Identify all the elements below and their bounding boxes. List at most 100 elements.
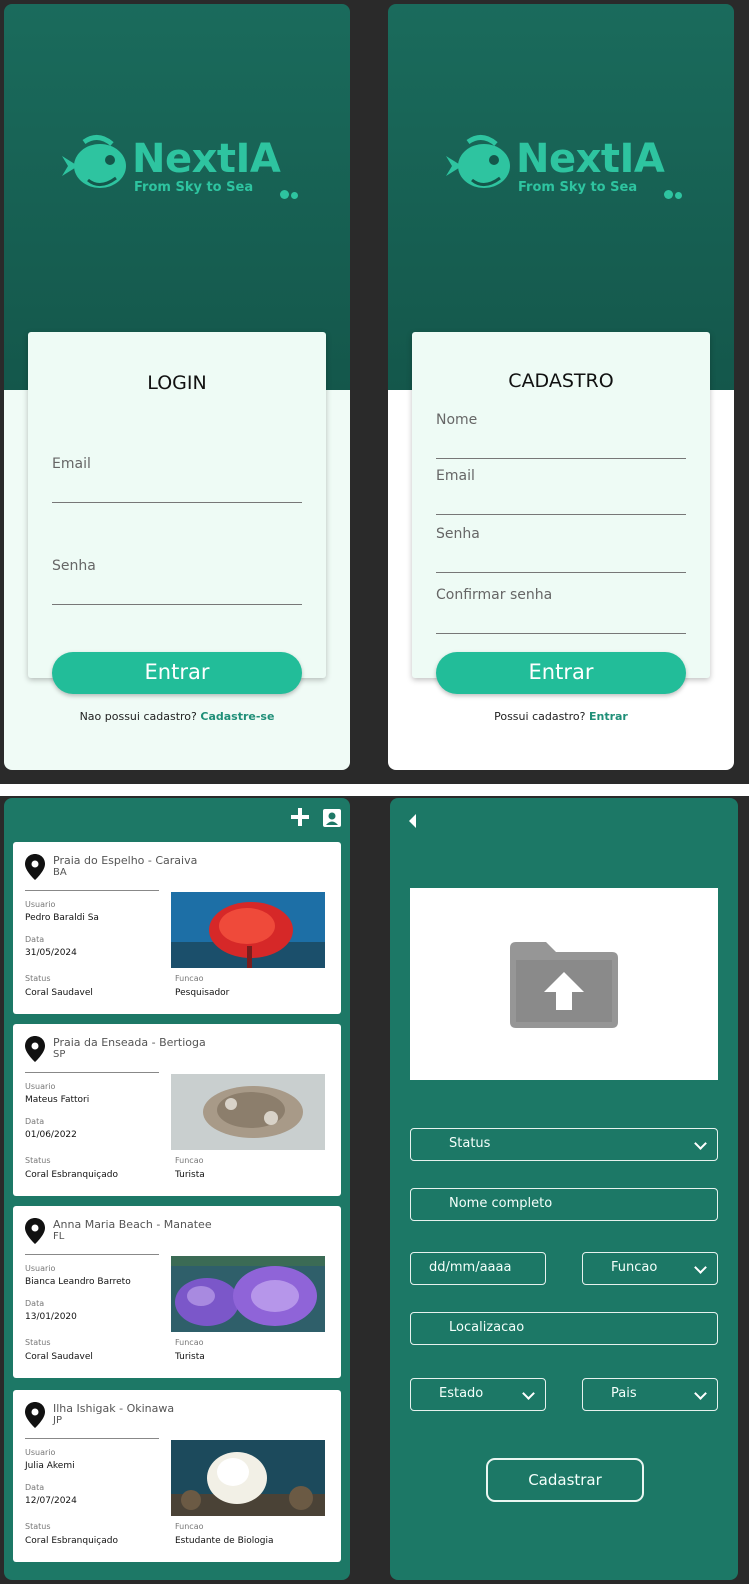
password-field[interactable]: Senha: [436, 526, 686, 573]
login-button[interactable]: Entrar: [52, 652, 302, 694]
coral-photo: [171, 1074, 325, 1150]
country-select[interactable]: Pais: [582, 1378, 718, 1411]
password-label: Senha: [52, 558, 96, 574]
coral-photo: [171, 1256, 325, 1332]
status-select-value: Status: [449, 1136, 491, 1151]
role-value: Turista: [175, 1352, 205, 1362]
status-value: Coral Esbranquiçado: [25, 1170, 118, 1180]
record-state: FL: [53, 1231, 65, 1242]
record-state: JP: [53, 1415, 62, 1426]
date-input[interactable]: dd/mm/aaaa: [410, 1252, 546, 1285]
country-select-value: Pais: [611, 1386, 637, 1401]
status-value: Coral Saudavel: [25, 1352, 93, 1362]
name-field[interactable]: Nome: [436, 412, 686, 459]
location-pin-icon: [25, 1218, 45, 1244]
list-toolbar: [289, 806, 342, 832]
date-placeholder: dd/mm/aaaa: [429, 1260, 512, 1275]
email-label: Email: [52, 456, 91, 472]
coral-photo: [171, 1440, 325, 1516]
password-label: Senha: [436, 526, 480, 542]
status-select[interactable]: Status: [410, 1128, 718, 1161]
submit-button[interactable]: Cadastrar: [486, 1458, 644, 1502]
location-pin-icon: [25, 1036, 45, 1062]
date-label: Data: [25, 1117, 45, 1126]
record-location: Ilha Ishigak - Okinawa: [53, 1402, 175, 1415]
brand-logo: NextIA From Sky to Sea: [438, 134, 688, 204]
records-screen: Praia do Espelho - Caraiva BA Usuario Pe…: [4, 798, 350, 1580]
plus-icon[interactable]: [289, 806, 311, 828]
state-select[interactable]: Estado: [410, 1378, 546, 1411]
email-label: Email: [436, 468, 475, 484]
tagline-dots: [664, 184, 684, 203]
role-select-value: Funcao: [611, 1260, 658, 1275]
brand-tagline: From Sky to Sea: [518, 180, 638, 195]
role-value: Estudante de Biologia: [175, 1536, 274, 1546]
record-location: Praia da Enseada - Bertioga: [53, 1036, 206, 1049]
status-label: Status: [25, 1156, 51, 1165]
confirm-password-field[interactable]: Confirmar senha: [436, 586, 686, 634]
date-label: Data: [25, 935, 45, 944]
login-card: LOGIN Email Senha: [28, 332, 326, 678]
date-label: Data: [25, 1299, 45, 1308]
register-card: CADASTRO Nome Email Senha Confirmar senh…: [412, 332, 710, 678]
signup-prompt: Nao possui cadastro? Cadastre-se: [4, 710, 350, 723]
status-value: Coral Esbranquiçado: [25, 1536, 118, 1546]
signup-link[interactable]: Cadastre-se: [200, 710, 274, 723]
email-field[interactable]: Email: [436, 468, 686, 515]
date-label: Data: [25, 1483, 45, 1492]
card-title: CADASTRO: [508, 370, 614, 392]
login-prompt: Possui cadastro? Entrar: [388, 710, 734, 723]
record-card[interactable]: Praia da Enseada - Bertioga SP Usuario M…: [13, 1024, 341, 1196]
password-field[interactable]: Senha: [52, 558, 302, 605]
user-label: Usuario: [25, 1264, 56, 1273]
register-button[interactable]: Entrar: [436, 652, 686, 694]
fish-logo-icon: [446, 135, 510, 188]
user-label: Usuario: [25, 1082, 56, 1091]
brand-name: NextIA: [516, 136, 665, 182]
chevron-down-icon: [694, 1261, 707, 1274]
user-value: Pedro Baraldi Sa: [25, 913, 99, 923]
date-value: 31/05/2024: [25, 948, 77, 958]
record-card[interactable]: Ilha Ishigak - Okinawa JP Usuario Julia …: [13, 1390, 341, 1562]
back-arrow-icon[interactable]: [406, 812, 420, 830]
record-card[interactable]: Praia do Espelho - Caraiva BA Usuario Pe…: [13, 842, 341, 1014]
login-screen: NextIA From Sky to Sea LOGIN Email Senha…: [4, 4, 350, 770]
full-name-input[interactable]: Nome completo: [410, 1188, 718, 1221]
record-location: Anna Maria Beach - Manatee: [53, 1218, 212, 1231]
brand-logo: NextIA From Sky to Sea: [54, 134, 304, 204]
full-name-placeholder: Nome completo: [449, 1196, 553, 1211]
role-value: Pesquisador: [175, 988, 230, 998]
location-input[interactable]: Localizacao: [410, 1312, 718, 1345]
status-label: Status: [25, 1338, 51, 1347]
record-card[interactable]: Anna Maria Beach - Manatee FL Usuario Bi…: [13, 1206, 341, 1378]
tagline-dots: [280, 184, 300, 203]
role-select[interactable]: Funcao: [582, 1252, 718, 1285]
user-label: Usuario: [25, 900, 56, 909]
profile-icon[interactable]: [322, 808, 342, 828]
signup-prompt-text: Nao possui cadastro?: [79, 710, 197, 723]
location-placeholder: Localizacao: [449, 1320, 525, 1335]
role-label: Funcao: [175, 974, 204, 983]
state-select-value: Estado: [439, 1386, 484, 1401]
brand-tagline: From Sky to Sea: [134, 180, 254, 195]
date-value: 12/07/2024: [25, 1496, 77, 1506]
chevron-down-icon: [694, 1137, 707, 1150]
card-title: LOGIN: [147, 372, 207, 394]
record-location: Praia do Espelho - Caraiva: [53, 854, 198, 867]
image-upload-area[interactable]: [410, 888, 718, 1080]
chevron-down-icon: [694, 1387, 707, 1400]
record-state: BA: [53, 867, 67, 878]
role-value: Turista: [175, 1170, 205, 1180]
folder-upload-icon: [510, 942, 618, 1028]
fish-logo-icon: [62, 135, 126, 188]
user-value: Julia Akemi: [25, 1461, 75, 1471]
email-field[interactable]: Email: [52, 456, 302, 503]
user-value: Bianca Leandro Barreto: [25, 1277, 131, 1287]
status-value: Coral Saudavel: [25, 988, 93, 998]
login-link[interactable]: Entrar: [589, 710, 628, 723]
role-label: Funcao: [175, 1156, 204, 1165]
chevron-down-icon: [522, 1387, 535, 1400]
user-value: Mateus Fattori: [25, 1095, 90, 1105]
role-label: Funcao: [175, 1338, 204, 1347]
date-value: 13/01/2020: [25, 1312, 77, 1322]
